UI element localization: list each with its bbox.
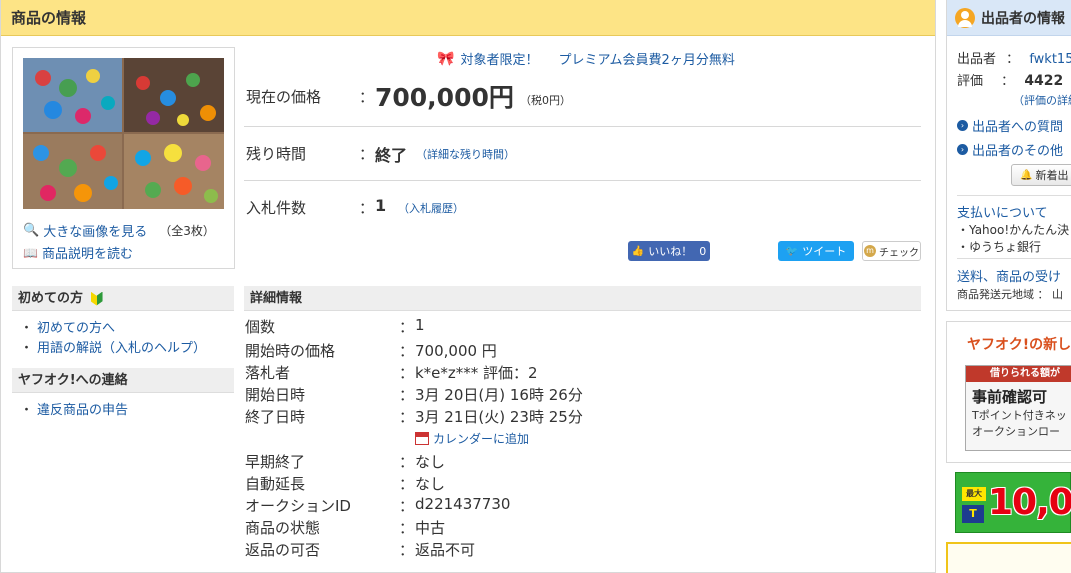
bid-count-row: 入札件数 ： 1 （入札履歴） <box>246 196 464 217</box>
detail-info-heading: 詳細情報 <box>244 286 921 311</box>
facebook-like-button[interactable]: 👍 いいね！ 0 <box>628 241 710 261</box>
detail-key: 早期終了 <box>245 453 306 471</box>
magnifier-icon: 🔍 <box>23 223 40 238</box>
seller-name-link[interactable]: fwkt15 <box>1029 52 1071 67</box>
detail-colon: ： <box>399 364 415 382</box>
sidebar-item-first-time[interactable]: ・初めての方へ <box>20 317 115 336</box>
book-icon: 📖 <box>23 245 38 260</box>
detail-value: 中古 <box>415 519 446 537</box>
detail-key: 開始日時 <box>245 386 306 404</box>
bid-history-link[interactable]: （入札履歴） <box>398 200 464 216</box>
seller-info-panel: 出品者の情報 出品者 ： fwkt15 評価 ： 4422 （評価の詳細 › 出… <box>946 0 1071 311</box>
detail-key: 商品の状態 <box>245 519 321 537</box>
ribbon-icon: 🎀 <box>437 50 455 67</box>
thumbnail-box: 🔍 大きな画像を見る （全3枚） 📖 商品説明を読む <box>12 47 235 269</box>
detail-time-link[interactable]: （詳細な残り時間） <box>416 146 515 162</box>
detail-key: 開始時の価格 <box>245 342 336 360</box>
bell-icon: 🔔 <box>1020 169 1033 181</box>
current-price: 700,000円 <box>375 83 514 112</box>
seller-rating-row: 評価 ： 4422 <box>957 73 1064 89</box>
detail-colon: ： <box>399 386 415 404</box>
shipping-origin: 商品発送元地域 ： 山 <box>957 288 1063 301</box>
user-icon <box>955 7 975 28</box>
arrow-circle-icon: › <box>957 120 968 131</box>
read-description-link[interactable]: 📖 商品説明を読む <box>23 243 133 263</box>
price-row: 現在の価格 ： 700,000円 （税0円） <box>244 72 921 127</box>
contact-heading: ヤフオク!への連絡 <box>12 368 234 393</box>
payment-heading-link[interactable]: 支払いについて <box>957 202 1048 221</box>
calendar-icon <box>415 432 429 445</box>
detail-key: 自動延長 <box>245 475 306 493</box>
detail-colon: ： <box>399 408 415 426</box>
yahoo-loan-ad[interactable]: ヤフオク!の新し 借りられる額が 事前確認可 Tポイント付きネッ オークションロ… <box>946 321 1071 463</box>
arrow-circle-icon: › <box>957 144 968 155</box>
mixi-check-button[interactable]: m チェック <box>862 241 921 261</box>
rating-detail-link[interactable]: （評価の詳細 <box>1013 92 1071 108</box>
beginner-mark-icon <box>90 291 103 306</box>
tweet-button[interactable]: 🐦 ツイート <box>778 241 854 261</box>
product-photo[interactable] <box>23 58 224 209</box>
payment-item: ・ゆうちょ銀行 <box>957 240 1042 254</box>
detail-value: 1 <box>415 316 425 334</box>
tax-note: （税0円） <box>520 94 571 107</box>
payment-item: ・Yahoo!かんたん決 <box>957 223 1070 237</box>
detail-value: 返品不可 <box>415 541 476 559</box>
price-label: 現在の価格 <box>246 88 322 106</box>
t-point-ad-banner[interactable]: 最大 T 10,00 <box>955 472 1071 533</box>
detail-value: d221437730 <box>415 495 511 513</box>
thumbs-up-icon: 👍 <box>631 245 645 257</box>
seller-name-row: 出品者 ： fwkt15 <box>957 48 1071 67</box>
bottom-ad-banner[interactable] <box>946 542 1071 573</box>
sidebar-item-glossary[interactable]: ・用語の解説（入札のヘルプ） <box>20 337 206 356</box>
loan-ad-card[interactable]: 借りられる額が 事前確認可 Tポイント付きネッ オークションロー <box>965 365 1071 451</box>
detail-colon: ： <box>399 541 415 559</box>
detail-key: オークションID <box>245 497 351 515</box>
mixi-icon: m <box>864 245 876 257</box>
detail-key: 個数 <box>245 318 276 336</box>
add-to-calendar-link[interactable]: カレンダーに追加 <box>415 430 529 447</box>
detail-key: 返品の可否 <box>245 541 321 559</box>
detail-colon: ： <box>399 475 415 493</box>
detail-key: 落札者 <box>245 364 291 382</box>
detail-value: 3月 21日(火) 23時 25分 <box>415 408 583 426</box>
detail-colon: ： <box>399 497 415 515</box>
premium-promo[interactable]: 🎀 対象者限定！ プレミアム会員費2ヶ月分無料 <box>437 49 735 69</box>
detail-colon: ： <box>399 342 415 360</box>
shipping-heading-link[interactable]: 送料、商品の受け <box>957 266 1061 285</box>
detail-colon: ： <box>399 453 415 471</box>
bid-count-value: 1 <box>375 196 387 215</box>
item-info-title: 商品の情報 <box>1 0 935 36</box>
t-point-logo: T <box>962 505 984 523</box>
view-large-image-link[interactable]: 🔍 大きな画像を見る （全3枚） <box>23 221 215 240</box>
detail-value: なし <box>415 453 446 471</box>
detail-value: なし <box>415 475 446 493</box>
time-left-value: 終了 <box>375 146 408 165</box>
time-left-row: 残り時間 ： 終了 （詳細な残り時間） <box>244 127 921 181</box>
seller-info-title: 出品者の情報 <box>947 0 1071 36</box>
twitter-icon: 🐦 <box>785 245 799 257</box>
seller-other-items-link[interactable]: › 出品者のその他 <box>957 140 1063 159</box>
item-info-panel: 商品の情報 🔍 大きな画像を見る （全3枚） 📖 商品説明を読む 🎀 対象者限定… <box>0 0 936 573</box>
first-time-heading: 初めての方 <box>12 286 234 311</box>
detail-key: 終了日時 <box>245 408 306 426</box>
detail-value: 700,000 円 <box>415 342 497 360</box>
seller-question-link[interactable]: › 出品者への質問 <box>957 116 1063 135</box>
sidebar-item-report[interactable]: ・違反商品の申告 <box>20 399 128 418</box>
detail-value: 3月 20日(月) 16時 26分 <box>415 386 583 404</box>
seller-rating-value[interactable]: 4422 <box>1024 73 1063 89</box>
new-item-notify-button[interactable]: 🔔 新着出 <box>1011 164 1071 186</box>
detail-colon: ： <box>399 519 415 537</box>
detail-colon: ： <box>399 318 415 336</box>
detail-value: k*e*z*** 評価：2 <box>415 364 538 382</box>
